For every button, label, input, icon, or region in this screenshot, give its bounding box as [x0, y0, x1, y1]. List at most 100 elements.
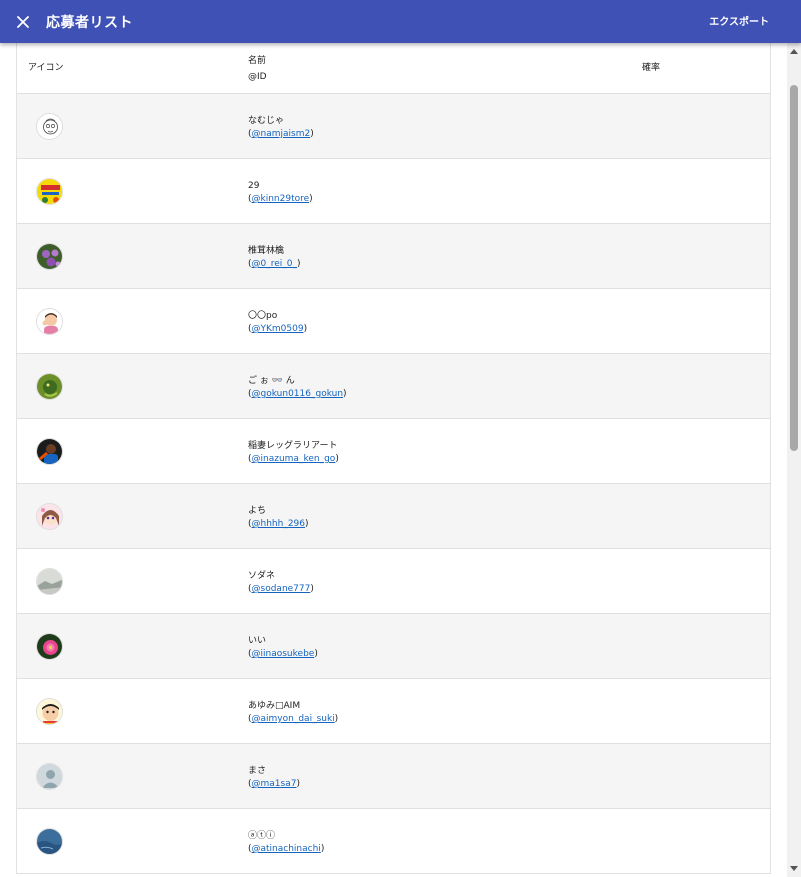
paren-close: ) — [310, 129, 314, 139]
table-row: 稲妻レッグラリアート (@inazuma_ken_go) — [17, 419, 770, 484]
scroll-up-arrow-icon[interactable] — [790, 49, 798, 54]
name-cell: ⓐⓣⓘ (@atinachinachi) — [248, 830, 324, 856]
name-cell: 稲妻レッグラリアート (@inazuma_ken_go) — [248, 440, 339, 466]
table-row: ソダネ (@sodane777) — [17, 549, 770, 614]
header-name: 名前 — [248, 56, 267, 66]
applicant-id-line: (@kinn29tore) — [248, 193, 313, 206]
avatar-anime-girl-icon — [37, 504, 62, 529]
applicant-name: まさ — [248, 766, 267, 776]
applicant-id-line: (@ma1sa7) — [248, 778, 300, 791]
avatar — [36, 503, 63, 530]
table-row: いい (@iinaosukebe) — [17, 614, 770, 679]
list-content: アイコン 名前 @ID 確率 なむじゃ (@namjaism2) 29 (@kinn2… — [0, 43, 787, 877]
applicant-name: なむじゃ — [248, 116, 285, 126]
applicant-name: ⓐⓣⓘ — [248, 831, 276, 841]
name-cell: よち (@hhhh_296) — [248, 505, 309, 531]
avatar-green-character-icon — [37, 374, 62, 399]
applicant-id-line: (@aimyon_dai_suki) — [248, 713, 338, 726]
table-row: ご ぉ 👓 ん (@gokun0116_gokun) — [17, 354, 770, 419]
avatar — [36, 763, 63, 790]
applicant-handle-link[interactable]: @namjaism2 — [252, 129, 311, 139]
applicant-id-line: (@gokun0116_gokun) — [248, 388, 347, 401]
name-cell: 〇〇po (@YKm0509) — [248, 310, 307, 336]
avatar — [36, 633, 63, 660]
avatar — [36, 698, 63, 725]
avatar — [36, 438, 63, 465]
close-button[interactable] — [12, 11, 34, 33]
applicant-list-dialog: 応募者リスト エクスポート アイコン 名前 @ID 確率 なむじゃ (@namja… — [0, 0, 801, 877]
applicant-handle-link[interactable]: @0_rei_0_ — [252, 259, 298, 269]
export-button[interactable]: エクスポート — [709, 13, 769, 28]
applicant-name: 椎茸林檎 — [248, 246, 285, 256]
avatar-landscape-icon — [37, 569, 62, 594]
paren-close: ) — [334, 714, 339, 724]
name-cell: ご ぉ 👓 ん (@gokun0116_gokun) — [248, 375, 347, 401]
applicant-name: 〇〇po — [248, 311, 278, 321]
header-icon: アイコン — [28, 63, 64, 73]
scroll-down-arrow-icon[interactable] — [790, 866, 798, 871]
applicant-table: アイコン 名前 @ID 確率 なむじゃ (@namjaism2) 29 (@kinn2… — [16, 43, 771, 874]
applicant-id-line: (@hhhh_296) — [248, 518, 309, 531]
applicant-name: ソダネ — [248, 571, 276, 581]
paren-close: ) — [303, 324, 308, 334]
avatar — [36, 373, 63, 400]
applicant-name: いい — [248, 636, 267, 646]
paren-close: ) — [296, 779, 300, 789]
paren-close: ) — [320, 844, 325, 854]
table-header: アイコン 名前 @ID 確率 — [17, 43, 770, 94]
paren-close: ) — [310, 584, 314, 594]
applicant-name: 29 — [248, 181, 260, 191]
applicant-handle-link[interactable]: @kinn29tore — [252, 194, 310, 204]
paren-close: ) — [305, 519, 309, 529]
applicant-handle-link[interactable]: @inazuma_ken_go — [252, 454, 336, 464]
avatar-line-drawing-face-icon — [37, 114, 62, 139]
scroll-thumb[interactable] — [790, 85, 798, 451]
table-body: なむじゃ (@namjaism2) 29 (@kinn29tore) 椎茸林檎 (@0_r… — [17, 94, 770, 874]
avatar — [36, 568, 63, 595]
table-row: 〇〇po (@YKm0509) — [17, 289, 770, 354]
app-bar: 応募者リスト エクスポート — [0, 0, 801, 43]
name-cell: なむじゃ (@namjaism2) — [248, 115, 314, 141]
paren-close: ) — [314, 649, 318, 659]
applicant-handle-link[interactable]: @gokun0116_gokun — [252, 389, 344, 399]
applicant-name: あゆみ□AIM — [248, 701, 301, 711]
header-id: @ID — [248, 72, 267, 82]
applicant-id-line: (@iinaosukebe) — [248, 648, 318, 661]
avatar — [36, 178, 63, 205]
table-row: ⓐⓣⓘ (@atinachinachi) — [17, 809, 770, 874]
applicant-handle-link[interactable]: @hhhh_296 — [252, 519, 306, 529]
applicant-handle-link[interactable]: @aimyon_dai_suki — [252, 714, 335, 724]
avatar-athlete-photo-icon — [37, 439, 62, 464]
applicant-handle-link[interactable]: @ma1sa7 — [252, 779, 297, 789]
avatar-default-user-icon — [37, 764, 62, 789]
paren-close: ) — [309, 194, 313, 204]
avatar — [36, 243, 63, 270]
dialog-title: 応募者リスト — [46, 14, 133, 31]
applicant-name: よち — [248, 506, 267, 516]
name-cell: 椎茸林檎 (@0_rei_0_) — [248, 245, 301, 271]
table-row: よち (@hhhh_296) — [17, 484, 770, 549]
avatar — [36, 113, 63, 140]
applicant-id-line: (@inazuma_ken_go) — [248, 453, 339, 466]
avatar-purple-flowers-icon — [37, 244, 62, 269]
close-icon — [17, 15, 29, 28]
avatar-blue-water-icon — [37, 829, 62, 854]
name-cell: いい (@iinaosukebe) — [248, 635, 318, 661]
table-row: なむじゃ (@namjaism2) — [17, 94, 770, 159]
name-cell: まさ (@ma1sa7) — [248, 765, 300, 791]
avatar-pink-flower-icon — [37, 634, 62, 659]
applicant-handle-link[interactable]: @atinachinachi — [252, 844, 321, 854]
applicant-handle-link[interactable]: @iinaosukebe — [252, 649, 315, 659]
avatar-yellow-poster-icon — [37, 179, 62, 204]
name-cell: ソダネ (@sodane777) — [248, 570, 314, 596]
paren-close: ) — [343, 389, 347, 399]
table-row: 29 (@kinn29tore) — [17, 159, 770, 224]
applicant-handle-link[interactable]: @sodane777 — [252, 584, 311, 594]
applicant-name: 稲妻レッグラリアート — [248, 441, 338, 451]
applicant-handle-link[interactable]: @YKm0509 — [252, 324, 304, 334]
scrollbar[interactable] — [787, 43, 801, 877]
avatar-cartoon-kid-icon — [37, 699, 62, 724]
paren-close: ) — [297, 259, 301, 269]
applicant-id-line: (@atinachinachi) — [248, 843, 324, 856]
table-row: まさ (@ma1sa7) — [17, 744, 770, 809]
